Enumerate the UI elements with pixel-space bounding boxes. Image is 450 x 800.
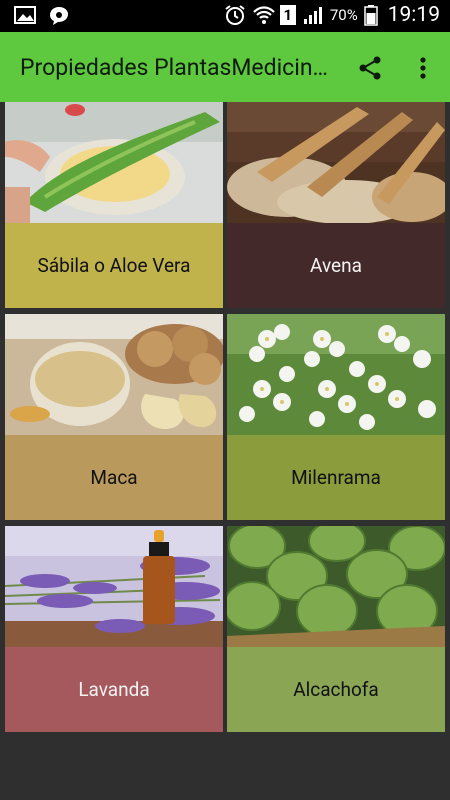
plant-name: Milenrama xyxy=(291,466,381,489)
plant-name: Alcachofa xyxy=(293,678,379,701)
plant-card-avena[interactable]: Avena xyxy=(227,102,445,308)
alarm-icon xyxy=(224,4,246,26)
status-bar: 1 70% 19:19 xyxy=(0,0,450,32)
app-title: Propiedades PlantasMedicinales xyxy=(20,54,328,81)
share-button[interactable] xyxy=(354,52,386,84)
more-options-icon xyxy=(420,57,426,79)
plant-card-label-area: Lavanda xyxy=(5,647,223,732)
maca-photo xyxy=(5,314,223,435)
more-options-button[interactable] xyxy=(407,52,439,84)
oats-photo xyxy=(227,102,445,223)
lavender-photo xyxy=(5,526,223,647)
app-bar: Propiedades PlantasMedicinales xyxy=(0,32,450,102)
plant-name: Lavanda xyxy=(78,678,150,701)
plant-name: Maca xyxy=(90,466,138,489)
plant-card-label-area: Maca xyxy=(5,435,223,520)
plant-card-alcachofa[interactable]: Alcachofa xyxy=(227,526,445,732)
battery-percent: 70% xyxy=(329,6,358,24)
chat-icon xyxy=(48,5,70,27)
sim-icon: 1 xyxy=(279,5,296,25)
plant-card-maca[interactable]: Maca xyxy=(5,314,223,520)
artichoke-photo xyxy=(227,526,445,647)
plant-card-aloe-vera[interactable]: Sábila o Aloe Vera xyxy=(5,102,223,308)
plant-card-label-area: Milenrama xyxy=(227,435,445,520)
plant-card-milenrama[interactable]: Milenrama xyxy=(227,314,445,520)
yarrow-photo xyxy=(227,314,445,435)
plant-name: Avena xyxy=(310,254,362,277)
clock: 19:19 xyxy=(387,3,440,27)
aloe-vera-photo xyxy=(5,102,223,223)
wifi-icon xyxy=(252,4,275,26)
signal-icon xyxy=(302,4,324,26)
plant-card-label-area: Avena xyxy=(227,223,445,308)
plant-card-label-area: Sábila o Aloe Vera xyxy=(5,223,223,308)
plant-card-label-area: Alcachofa xyxy=(227,647,445,732)
plant-name: Sábila o Aloe Vera xyxy=(37,254,191,277)
share-icon xyxy=(359,56,381,80)
image-icon xyxy=(14,5,36,27)
battery-icon xyxy=(363,4,378,26)
plant-card-lavanda[interactable]: Lavanda xyxy=(5,526,223,732)
